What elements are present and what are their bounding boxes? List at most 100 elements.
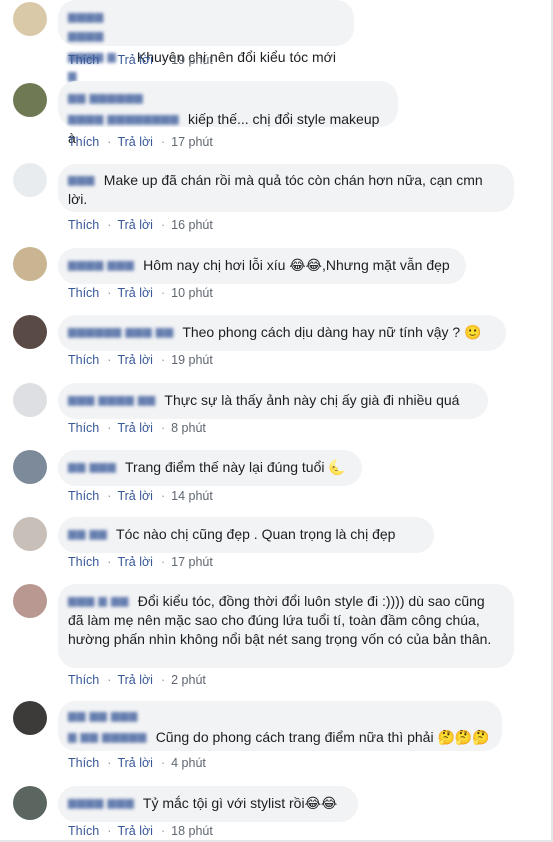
like-link[interactable]: Thích	[68, 555, 99, 569]
comment-bubble: ▆▆ ▆▆ ▆▆▆ ▆ ▆▆ ▆▆▆▆▆ Cũng do phong cách …	[58, 701, 502, 751]
separator: ·	[107, 555, 112, 569]
commenter-name[interactable]: ▆▆▆▆▆▆ ▆▆▆ ▆▆	[68, 323, 174, 342]
comment-actions: Thích · Trả lời · 14 phút	[68, 489, 213, 503]
commenter-name[interactable]: ▆▆ ▆▆▆	[68, 458, 116, 477]
separator: ·	[160, 421, 166, 435]
comment-actions: Thích · Trả lời · 17 phút	[68, 135, 213, 149]
reply-link[interactable]: Trả lời	[117, 286, 153, 300]
comment-bubble: ▆▆▆ ▆▆▆▆ ▆▆ Thực sự là thấy ảnh này chị …	[58, 383, 488, 419]
reply-link[interactable]: Trả lời	[117, 353, 153, 367]
commenter-name[interactable]: ▆▆ ▆▆▆▆▆▆	[68, 89, 381, 108]
reply-link[interactable]: Trả lời	[117, 555, 153, 569]
separator: ·	[107, 218, 112, 232]
comment-text: Trang điểm thế này lại đúng tuổi 🌜	[125, 459, 346, 475]
like-link[interactable]: Thích	[68, 135, 99, 149]
timestamp[interactable]: 8 phút	[171, 421, 206, 435]
avatar[interactable]	[13, 163, 47, 197]
separator: ·	[107, 489, 112, 503]
avatar[interactable]	[13, 584, 47, 618]
comment-text: Make up đã chán rồi mà quả tóc còn chán …	[68, 172, 483, 207]
comment-text: Tóc nào chị cũng đẹp . Quan trọng là chị…	[116, 526, 396, 542]
avatar[interactable]	[13, 517, 47, 551]
separator: ·	[160, 135, 166, 149]
separator: ·	[160, 756, 166, 770]
comment-actions: Thích · Trả lời · 10 phút	[68, 286, 213, 300]
comment-actions: Thích · Trả lời · 4 phút	[68, 756, 206, 770]
like-link[interactable]: Thích	[68, 673, 99, 687]
commenter-name[interactable]: ▆▆▆ ▆ ▆▆	[68, 592, 129, 611]
comment-actions: Thích · Trả lời · 19 phút	[68, 353, 213, 367]
comment-actions: Thích · Trả lời · 8 phút	[68, 421, 206, 435]
reply-link[interactable]: Trả lời	[117, 673, 153, 687]
like-link[interactable]: Thích	[68, 53, 99, 67]
separator: ·	[107, 286, 112, 300]
commenter-name[interactable]: ▆▆▆ ▆▆▆▆ ▆▆	[68, 391, 156, 410]
reply-link[interactable]: Trả lời	[117, 756, 153, 770]
timestamp[interactable]: 17 phút	[171, 555, 213, 569]
avatar[interactable]	[13, 247, 47, 281]
commenter-name[interactable]: ▆▆▆	[68, 171, 95, 190]
comment-text: Cũng do phong cách trang điểm nữa thì ph…	[155, 729, 490, 745]
timestamp[interactable]: 16 phút	[171, 218, 213, 232]
commenter-name[interactable]: ▆▆▆▆ ▆▆▆	[68, 256, 134, 275]
separator: ·	[160, 824, 166, 838]
comment-bubble: ▆▆▆▆ ▆▆▆ Hôm nay chị hơi lỗi xíu 😂😂,Nhưn…	[58, 248, 466, 284]
comment-text: Hôm nay chị hơi lỗi xíu 😂😂,Nhưng mặt vẫn…	[143, 257, 450, 273]
timestamp[interactable]: 18 phút	[171, 824, 213, 838]
timestamp[interactable]: 2 phút	[171, 673, 206, 687]
like-link[interactable]: Thích	[68, 353, 99, 367]
commenter-name[interactable]: ▆▆ ▆▆ ▆▆▆	[68, 707, 485, 726]
reply-link[interactable]: Trả lời	[117, 421, 153, 435]
separator: ·	[160, 286, 166, 300]
reply-link[interactable]: Trả lời	[117, 824, 153, 838]
comments-panel: { "actions": { "like": "Thích", "reply":…	[0, 0, 553, 842]
avatar[interactable]	[13, 83, 47, 117]
commenter-name[interactable]: ▆▆▆▆ ▆▆▆	[68, 794, 134, 813]
timestamp[interactable]: 17 phút	[171, 135, 213, 149]
comment-bubble: ▆▆▆ Make up đã chán rồi mà quả tóc còn c…	[58, 164, 514, 212]
like-link[interactable]: Thích	[68, 756, 99, 770]
like-link[interactable]: Thích	[68, 824, 99, 838]
avatar[interactable]	[13, 701, 47, 735]
timestamp[interactable]: 10 phút	[171, 286, 213, 300]
comment-bubble: ▆▆ ▆▆ Tóc nào chị cũng đẹp . Quan trọng …	[58, 517, 434, 553]
commenter-name-part[interactable]: ▆▆▆▆ ▆▆▆▆▆▆▆▆	[68, 110, 179, 129]
separator: ·	[160, 353, 166, 367]
comment-actions: Thích · Trả lời · 16 phút	[68, 218, 213, 232]
comment-actions: Thích · Trả lời · 2 phút	[68, 673, 206, 687]
avatar[interactable]	[13, 450, 47, 484]
separator: ·	[160, 53, 166, 67]
timestamp[interactable]: 4 phút	[171, 756, 206, 770]
timestamp[interactable]: 14 phút	[171, 489, 213, 503]
comment-text: Theo phong cách dịu dàng hay nữ tính vậy…	[182, 324, 482, 340]
timestamp[interactable]: 19 phút	[171, 53, 213, 67]
like-link[interactable]: Thích	[68, 218, 99, 232]
separator: ·	[107, 673, 112, 687]
separator: ·	[107, 135, 112, 149]
comment-bubble: ▆▆▆ ▆ ▆▆ Đổi kiểu tóc, đồng thời đổi luô…	[58, 584, 514, 668]
avatar[interactable]	[13, 383, 47, 417]
like-link[interactable]: Thích	[68, 286, 99, 300]
separator: ·	[160, 489, 166, 503]
comment-actions: Thích · Trả lời · 17 phút	[68, 555, 213, 569]
comment-bubble: ▆▆▆▆ ▆▆▆▆ ▆▆▆▆ ▆ ▆ Khuyên chị nên đổi ki…	[58, 0, 354, 82]
commenter-name-part[interactable]: ▆ ▆▆ ▆▆▆▆▆	[68, 728, 147, 747]
like-link[interactable]: Thích	[68, 489, 99, 503]
reply-link[interactable]: Trả lời	[117, 489, 153, 503]
separator: ·	[160, 218, 166, 232]
timestamp[interactable]: 19 phút	[171, 353, 213, 367]
commenter-name[interactable]: ▆▆▆▆ ▆▆▆▆	[68, 8, 138, 46]
reply-link[interactable]: Trả lời	[117, 218, 153, 232]
commenter-name[interactable]: ▆▆ ▆▆	[68, 525, 107, 544]
comment-bubble: ▆▆ ▆▆▆▆▆▆ ▆▆▆▆ ▆▆▆▆▆▆▆▆ kiếp thế... chị …	[58, 81, 398, 146]
avatar[interactable]	[13, 2, 47, 36]
comment-bubble: ▆▆▆▆▆▆ ▆▆▆ ▆▆ Theo phong cách dịu dàng h…	[58, 315, 506, 351]
avatar[interactable]	[13, 315, 47, 349]
comment-actions: Thích · Trả lời · 19 phút	[68, 53, 213, 67]
avatar[interactable]	[13, 786, 47, 820]
comment-bubble: ▆▆ ▆▆▆ Trang điểm thế này lại đúng tuổi …	[58, 450, 362, 486]
reply-link[interactable]: Trả lời	[117, 135, 153, 149]
like-link[interactable]: Thích	[68, 421, 99, 435]
reply-link[interactable]: Trả lời	[117, 53, 153, 67]
separator: ·	[107, 421, 112, 435]
